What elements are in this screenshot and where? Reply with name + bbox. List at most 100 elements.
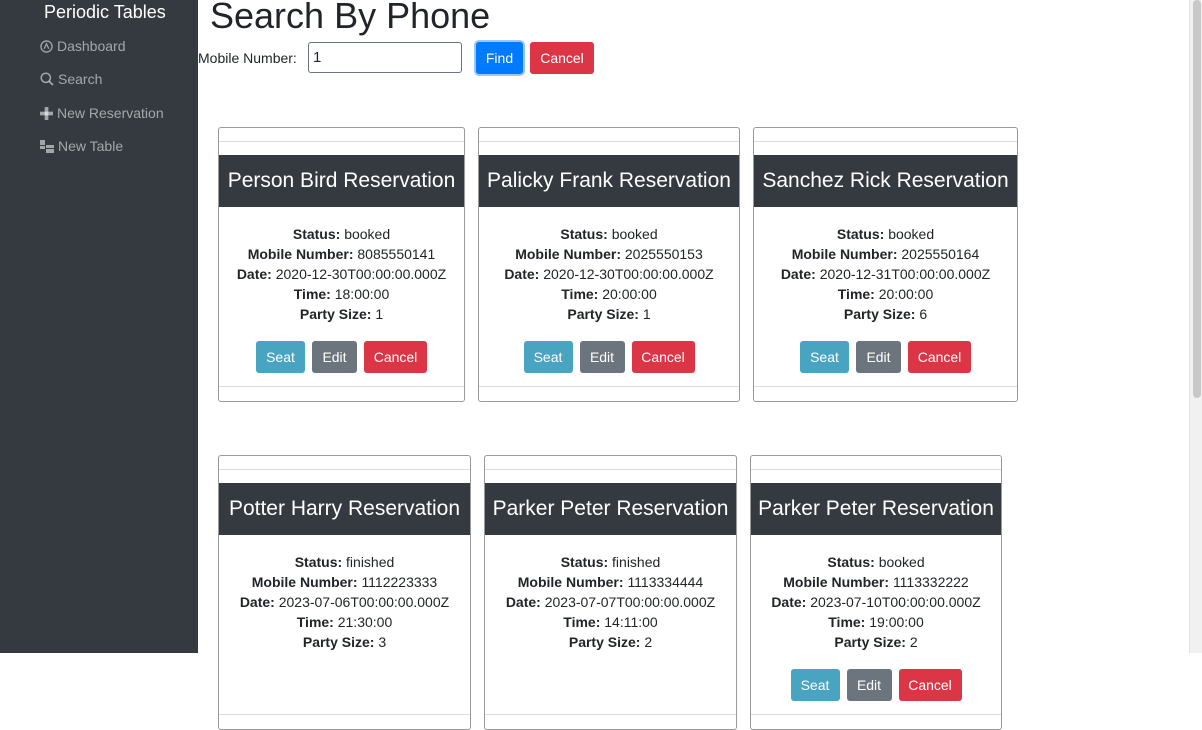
plus-icon xyxy=(40,106,53,120)
reservation-date: Date: 2023-07-10T00:00:00.000Z xyxy=(751,592,1001,612)
field-value: 2020-12-31T00:00:00.000Z xyxy=(819,266,991,282)
field-value: 2 xyxy=(909,634,918,650)
seat-button[interactable]: Seat xyxy=(800,341,849,373)
reservation-party-size: Party Size: 2 xyxy=(485,632,736,652)
cancel-reservation-button[interactable]: Cancel xyxy=(631,341,695,373)
seat-button[interactable]: Seat xyxy=(256,341,305,373)
field-value: 19:00:00 xyxy=(869,614,924,630)
field-value: booked xyxy=(611,226,658,242)
sidebar: Periodic Tables Dashboard Search New Res… xyxy=(0,0,198,653)
reservation-card: Person Bird Reservation Status: booked Mob… xyxy=(218,127,465,402)
field-value: 1 xyxy=(642,306,651,322)
field-value: 1113332222 xyxy=(892,574,969,590)
field-value: 2025550153 xyxy=(624,246,703,262)
field-label: Status: xyxy=(827,554,875,570)
sidebar-item-new-reservation[interactable]: New Reservation xyxy=(40,102,164,124)
reservation-status: Status: booked xyxy=(751,552,1001,572)
edit-button[interactable]: Edit xyxy=(312,341,357,373)
scrollbar-thumb[interactable] xyxy=(1193,0,1201,398)
field-label: Party Size: xyxy=(834,634,906,650)
cancel-reservation-button[interactable]: Cancel xyxy=(908,341,971,373)
field-label: Date: xyxy=(505,594,541,610)
reservation-time: Time: 21:30:00 xyxy=(219,612,470,632)
field-label: Party Size: xyxy=(302,634,375,650)
field-label: Mobile Number: xyxy=(247,246,354,262)
field-label: Mobile Number: xyxy=(251,574,358,590)
reservation-date: Date: 2023-07-06T00:00:00.000Z xyxy=(219,592,470,612)
field-label: Date: xyxy=(239,594,275,610)
field-value: 3 xyxy=(378,634,387,650)
seat-button[interactable]: Seat xyxy=(523,341,573,373)
field-label: Party Size: xyxy=(299,306,372,322)
reservation-mobile: Mobile Number: 2025550164 xyxy=(754,244,1017,264)
field-label: Date: xyxy=(504,266,540,282)
reservation-title: Parker Peter Reservation xyxy=(485,483,736,535)
reservation-mobile: Mobile Number: 2025550153 xyxy=(479,244,739,264)
reservation-details: Status: booked Mobile Number: 1113332222 D… xyxy=(751,552,1001,652)
sidebar-item-dashboard[interactable]: Dashboard xyxy=(40,35,126,57)
reservation-title: Parker Peter Reservation xyxy=(751,483,1001,535)
field-value: 14:11:00 xyxy=(604,614,658,630)
reservation-card: Parker Peter Reservation Status: finished… xyxy=(484,455,737,730)
field-value: booked xyxy=(888,226,935,242)
field-value: 1113334444 xyxy=(627,574,704,590)
edit-button[interactable]: Edit xyxy=(579,341,625,373)
find-button[interactable]: Find xyxy=(476,42,523,74)
field-value: 18:00:00 xyxy=(334,286,390,302)
reservation-mobile: Mobile Number: 1113334444 xyxy=(485,572,736,592)
reservation-card: Palicky Frank Reservation Status: booked M… xyxy=(478,127,740,402)
sidebar-item-new-table[interactable]: New Table xyxy=(40,135,123,157)
reservation-date: Date: 2023-07-07T00:00:00.000Z xyxy=(485,592,736,612)
field-value: 20:00:00 xyxy=(878,286,934,302)
edit-button[interactable]: Edit xyxy=(846,669,892,701)
reservation-card: Potter Harry Reservation Status: finished… xyxy=(218,455,471,730)
reservation-status: Status: finished xyxy=(485,552,736,572)
cancel-reservation-button[interactable]: Cancel xyxy=(364,341,427,373)
reservation-time: Time: 20:00:00 xyxy=(754,284,1017,304)
field-label: Mobile Number: xyxy=(791,246,898,262)
sidebar-item-label: Dashboard xyxy=(57,38,126,54)
reservation-status: Status: booked xyxy=(754,224,1017,244)
reservation-date: Date: 2020-12-31T00:00:00.000Z xyxy=(754,264,1017,284)
card-divider xyxy=(751,714,1001,715)
reservation-card: Parker Peter Reservation Status: booked Mo… xyxy=(750,455,1002,730)
reservation-date: Date: 2020-12-30T00:00:00.000Z xyxy=(219,264,464,284)
reservation-date: Date: 2020-12-30T00:00:00.000Z xyxy=(479,264,739,284)
field-value: 2023-07-07T00:00:00.000Z xyxy=(544,594,716,610)
mobile-number-input[interactable] xyxy=(308,42,462,73)
reservation-title: Sanchez Rick Reservation xyxy=(754,155,1017,207)
reservation-details: Status: booked Mobile Number: 2025550153 D… xyxy=(479,224,739,324)
reservation-actions: Seat Edit Cancel xyxy=(751,669,1001,701)
card-divider xyxy=(219,714,470,715)
cancel-reservation-button[interactable]: Cancel xyxy=(898,669,962,701)
field-value: booked xyxy=(878,554,925,570)
field-value: booked xyxy=(344,226,391,242)
edit-button[interactable]: Edit xyxy=(856,341,901,373)
field-label: Time: xyxy=(828,614,866,630)
reservation-status: Status: booked xyxy=(479,224,739,244)
field-label: Time: xyxy=(561,286,599,302)
reservation-party-size: Party Size: 2 xyxy=(751,632,1001,652)
field-label: Mobile Number: xyxy=(783,574,890,590)
reservation-time: Time: 18:00:00 xyxy=(219,284,464,304)
field-label: Time: xyxy=(296,614,334,630)
field-value: 2025550164 xyxy=(901,246,980,262)
page-scrollbar[interactable] xyxy=(1189,0,1202,653)
reservation-time: Time: 14:11:00 xyxy=(485,612,736,632)
seat-button[interactable]: Seat xyxy=(790,669,840,701)
reservation-party-size: Party Size: 3 xyxy=(219,632,470,652)
card-divider xyxy=(219,386,464,387)
card-divider xyxy=(219,141,464,142)
sidebar-item-search[interactable]: Search xyxy=(40,68,102,90)
brand-title[interactable]: Periodic Tables xyxy=(44,1,166,23)
reservation-party-size: Party Size: 6 xyxy=(754,304,1017,324)
cancel-button[interactable]: Cancel xyxy=(530,42,594,74)
reservation-actions: Seat Edit Cancel xyxy=(479,341,739,373)
field-label: Status: xyxy=(294,554,343,570)
reservation-mobile: Mobile Number: 1113332222 xyxy=(751,572,1001,592)
reservation-mobile: Mobile Number: 8085550141 xyxy=(219,244,464,264)
reservation-title: Potter Harry Reservation xyxy=(219,483,470,535)
reservation-title: Palicky Frank Reservation xyxy=(479,155,739,207)
field-value: 2023-07-06T00:00:00.000Z xyxy=(278,594,450,610)
sidebar-item-label: New Reservation xyxy=(57,105,164,121)
